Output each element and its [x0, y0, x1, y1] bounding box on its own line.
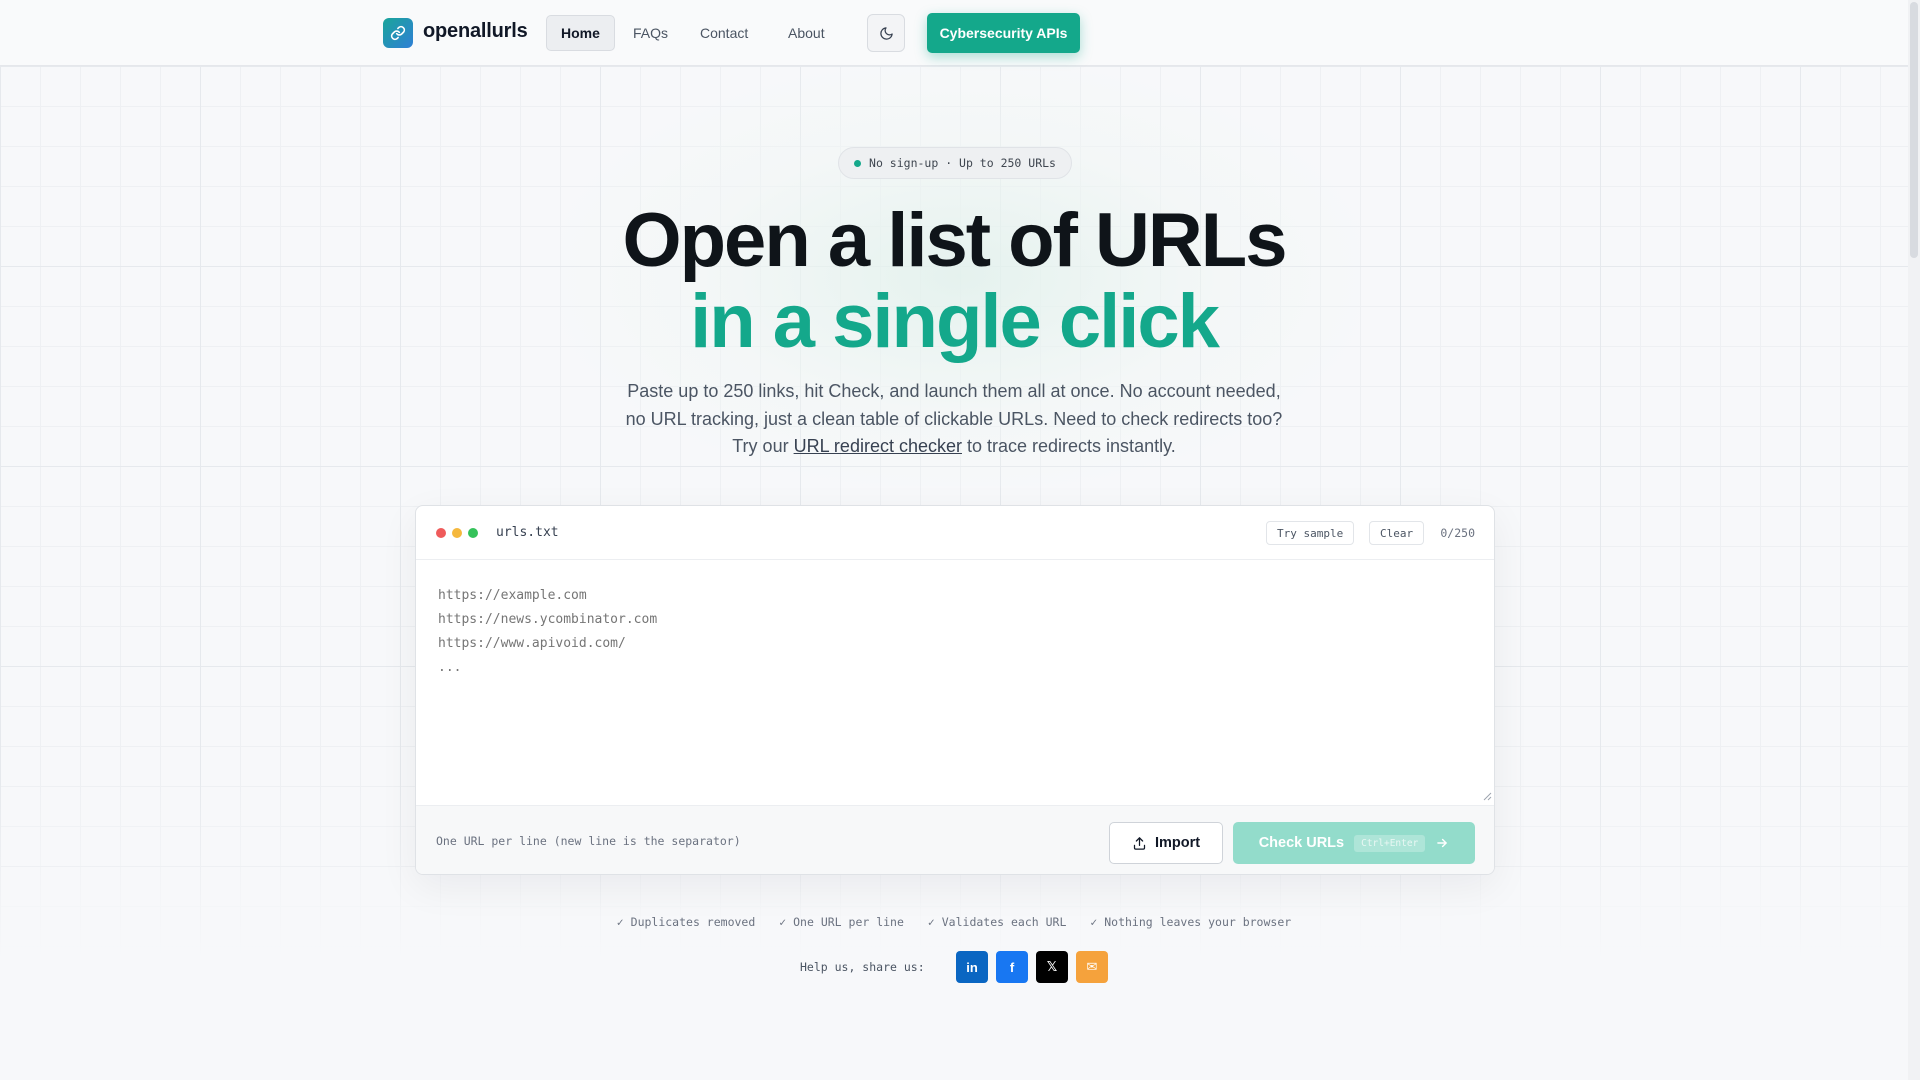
input-hint: One URL per line (new line is the separa…: [436, 834, 741, 848]
editor-filename: urls.txt: [496, 525, 559, 540]
arrow-right-icon: [1437, 838, 1448, 848]
check-urls-label: Check URLs: [1258, 835, 1345, 851]
editor-header: urls.txt Try sample Clear 0/250: [416, 506, 1494, 560]
hero-description-line3-pre: Try our: [732, 436, 789, 456]
nav-contact[interactable]: Contact: [685, 15, 763, 51]
moon-icon: [879, 26, 893, 40]
feature-item: ✓ Duplicates removed: [616, 915, 756, 929]
feature-item: ✓ One URL per line: [779, 915, 904, 929]
url-counter: 0/250: [1440, 526, 1475, 540]
import-button-label: Import: [1154, 835, 1201, 851]
feature-list: ✓ Duplicates removed ✓ One URL per line …: [0, 915, 1908, 929]
hero-title-line1: Open a list of URLs: [622, 198, 1288, 283]
x-icon: 𝕏: [1046, 959, 1058, 974]
page-scrollbar[interactable]: [1908, 0, 1920, 1080]
email-share-button[interactable]: ✉: [1076, 951, 1108, 983]
check-urls-button[interactable]: Check URLs Ctrl+Enter: [1233, 822, 1475, 864]
hero-description-line2: no URL tracking, just a clean table of c…: [625, 408, 1283, 429]
hero-title-line2: in a single click: [690, 279, 1220, 364]
hero-description: Paste up to 250 links, hit Check, and la…: [590, 378, 1318, 461]
feature-item: ✓ Nothing leaves your browser: [1090, 915, 1292, 929]
editor-footer: One URL per line (new line is the separa…: [416, 805, 1494, 874]
linkedin-share-button[interactable]: in: [956, 951, 988, 983]
nav-about[interactable]: About: [773, 15, 840, 51]
redirect-checker-link[interactable]: URL redirect checker: [794, 436, 962, 456]
facebook-icon: f: [1009, 959, 1015, 975]
hero-badge: No sign-up · Up to 250 URLs: [838, 147, 1072, 179]
window-maximize-dot: [468, 528, 478, 538]
hero-description-line3-post: to trace redirects instantly.: [967, 436, 1176, 456]
import-button[interactable]: Import: [1109, 822, 1223, 864]
hero-badge-text: No sign-up · Up to 250 URLs: [869, 156, 1056, 170]
url-editor-card: urls.txt Try sample Clear 0/250 One URL …: [415, 505, 1495, 875]
clear-button[interactable]: Clear: [1369, 521, 1425, 545]
theme-toggle-button[interactable]: [867, 14, 905, 52]
email-icon: ✉: [1086, 959, 1098, 974]
feature-item: ✓ Validates each URL: [927, 915, 1067, 929]
scrollbar-thumb[interactable]: [1910, 2, 1918, 258]
nav-home[interactable]: Home: [546, 15, 615, 51]
hero-description-line3: Try our URL redirect checker to trace re…: [590, 433, 1318, 461]
top-navbar: openallurls Home FAQs Contact About Cybe…: [0, 0, 1908, 66]
nav-faqs[interactable]: FAQs: [618, 15, 683, 51]
facebook-share-button[interactable]: f: [996, 951, 1028, 983]
try-sample-button[interactable]: Try sample: [1266, 521, 1355, 545]
x-share-button[interactable]: 𝕏: [1036, 951, 1068, 983]
urls-textarea[interactable]: [416, 560, 1494, 805]
hero-description-line1: Paste up to 250 links, hit Check, and la…: [627, 381, 1281, 401]
resize-grip-icon[interactable]: [1482, 791, 1492, 801]
brand-name[interactable]: openallurls: [423, 20, 528, 43]
window-close-dot: [436, 528, 446, 538]
keyboard-shortcut-badge: Ctrl+Enter: [1354, 834, 1426, 852]
linkedin-icon: in: [966, 959, 978, 975]
link-logo-icon[interactable]: [383, 18, 413, 48]
share-label: Help us, share us:: [800, 960, 925, 974]
cybersecurity-apis-button[interactable]: Cybersecurity APIs: [927, 13, 1080, 53]
status-dot-icon: [854, 159, 862, 167]
upload-icon: [1133, 836, 1146, 850]
window-minimize-dot: [452, 528, 462, 538]
